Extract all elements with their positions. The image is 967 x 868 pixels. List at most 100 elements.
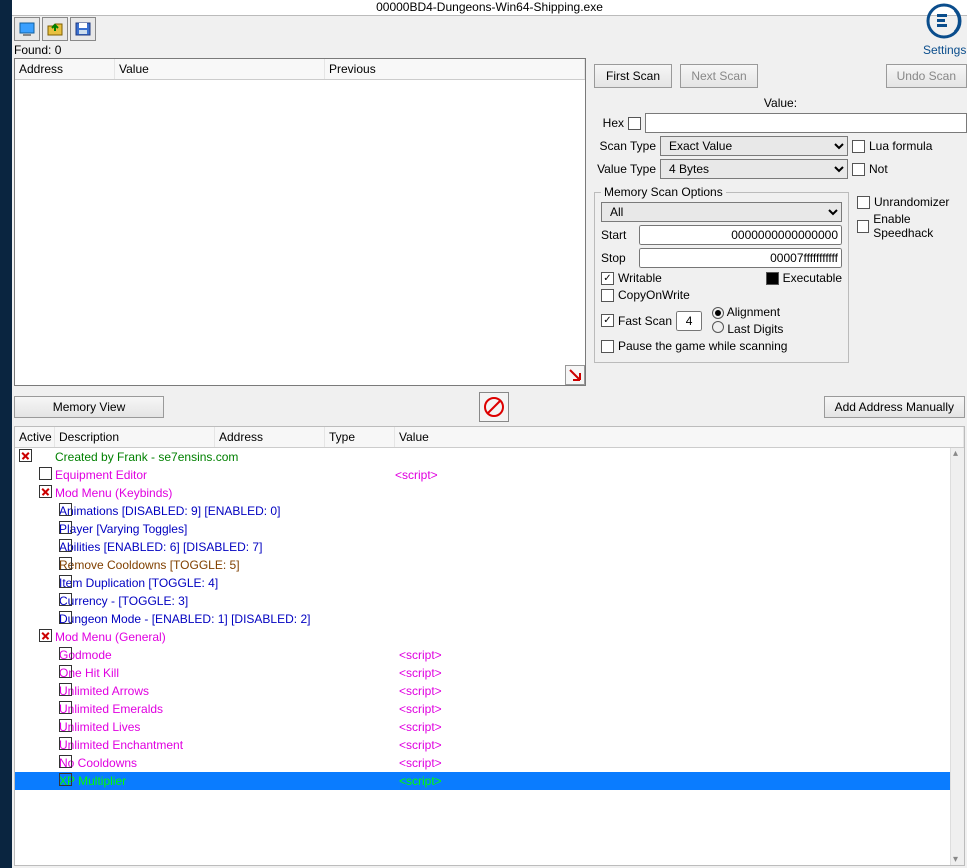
value-type-select[interactable]: 4 Bytes xyxy=(660,159,848,179)
table-row[interactable]: Dungeon Mode - [ENABLED: 1] [DISABLED: 2… xyxy=(15,610,964,628)
table-row[interactable]: XP Multiplier<script> xyxy=(15,772,964,790)
row-description: Unlimited Arrows xyxy=(59,684,399,698)
no-entry-icon[interactable] xyxy=(479,392,509,422)
table-row[interactable]: Unlimited Arrows<script> xyxy=(15,682,964,700)
memory-view-button[interactable]: Memory View xyxy=(14,396,164,418)
start-label: Start xyxy=(601,228,635,242)
active-checkbox[interactable] xyxy=(59,557,72,570)
add-address-button[interactable]: Add Address Manually xyxy=(824,396,965,418)
found-count: Found: 0 xyxy=(12,42,967,58)
open-process-button[interactable] xyxy=(14,17,40,41)
active-checkbox[interactable] xyxy=(59,521,72,534)
settings-link[interactable]: Settings xyxy=(923,43,965,57)
active-checkbox[interactable] xyxy=(59,665,72,678)
ct-col-value[interactable]: Value xyxy=(395,427,964,447)
value-input[interactable] xyxy=(645,113,967,133)
table-row[interactable]: Created by Frank - se7ensins.com xyxy=(15,448,964,466)
stop-input[interactable] xyxy=(639,248,842,268)
active-checkbox[interactable] xyxy=(59,611,72,624)
writable-checkbox[interactable] xyxy=(601,272,614,285)
cheat-table: Active Description Address Type Value Cr… xyxy=(14,426,965,866)
row-description: Godmode xyxy=(59,648,399,662)
row-value: <script> xyxy=(399,774,442,788)
active-checkbox[interactable] xyxy=(39,467,52,480)
value-header: Value: xyxy=(594,96,967,110)
active-checkbox[interactable] xyxy=(59,593,72,606)
active-checkbox[interactable] xyxy=(59,683,72,696)
table-row[interactable]: Currency - [TOGGLE: 3] xyxy=(15,592,964,610)
alignment-label: Alignment xyxy=(727,305,780,319)
expand-arrow-icon[interactable] xyxy=(565,365,585,385)
speedhack-checkbox[interactable] xyxy=(857,220,869,233)
speedhack-label: Enable Speedhack xyxy=(873,212,967,240)
col-value[interactable]: Value xyxy=(115,59,325,79)
active-checkbox[interactable] xyxy=(59,539,72,552)
lua-label: Lua formula xyxy=(869,139,932,153)
table-row[interactable]: One Hit Kill<script> xyxy=(15,664,964,682)
active-checkbox[interactable] xyxy=(59,773,72,786)
col-address[interactable]: Address xyxy=(15,59,115,79)
lua-checkbox[interactable] xyxy=(852,140,865,153)
row-description: Unlimited Lives xyxy=(59,720,399,734)
open-file-button[interactable] xyxy=(42,17,68,41)
ct-col-desc[interactable]: Description xyxy=(55,427,215,447)
cow-label: CopyOnWrite xyxy=(618,288,690,302)
next-scan-button: Next Scan xyxy=(680,64,758,88)
table-row[interactable]: Equipment Editor<script> xyxy=(15,466,964,484)
ct-col-active[interactable]: Active xyxy=(15,427,55,447)
row-value: <script> xyxy=(399,684,442,698)
table-row[interactable]: Unlimited Enchantment<script> xyxy=(15,736,964,754)
scan-type-select[interactable]: Exact Value xyxy=(660,136,848,156)
active-checkbox[interactable] xyxy=(59,575,72,588)
cow-checkbox[interactable] xyxy=(601,289,614,302)
active-checkbox[interactable] xyxy=(59,737,72,750)
active-checkbox[interactable] xyxy=(59,647,72,660)
unrandomizer-checkbox[interactable] xyxy=(857,196,870,209)
fastscan-input[interactable] xyxy=(676,311,702,331)
table-row[interactable]: Mod Menu (Keybinds) xyxy=(15,484,964,502)
executable-checkbox[interactable] xyxy=(766,272,779,285)
active-checkbox[interactable] xyxy=(19,449,32,462)
table-row[interactable]: Unlimited Emeralds<script> xyxy=(15,700,964,718)
fastscan-label: Fast Scan xyxy=(618,314,672,328)
col-previous[interactable]: Previous xyxy=(325,59,585,79)
ct-col-addr[interactable]: Address xyxy=(215,427,325,447)
table-row[interactable]: Mod Menu (General) xyxy=(15,628,964,646)
region-select[interactable]: All xyxy=(601,202,842,222)
table-row[interactable]: Player [Varying Toggles] xyxy=(15,520,964,538)
row-value: <script> xyxy=(399,756,442,770)
active-checkbox[interactable] xyxy=(59,755,72,768)
hex-checkbox[interactable] xyxy=(628,117,641,130)
not-checkbox[interactable] xyxy=(852,163,865,176)
save-button[interactable] xyxy=(70,17,96,41)
table-row[interactable]: Abilities [ENABLED: 6] [DISABLED: 7] xyxy=(15,538,964,556)
row-description: Item Duplication [TOGGLE: 4] xyxy=(59,576,399,590)
table-row[interactable]: No Cooldowns<script> xyxy=(15,754,964,772)
active-checkbox[interactable] xyxy=(59,719,72,732)
start-input[interactable] xyxy=(639,225,842,245)
row-description: Mod Menu (General) xyxy=(55,630,395,644)
active-checkbox[interactable] xyxy=(59,701,72,714)
table-row[interactable]: Remove Cooldowns [TOGGLE: 5] xyxy=(15,556,964,574)
first-scan-button[interactable]: First Scan xyxy=(594,64,672,88)
not-label: Not xyxy=(869,162,888,176)
app-logo[interactable]: Settings xyxy=(923,2,965,57)
toolbar xyxy=(12,16,967,42)
scrollbar[interactable] xyxy=(950,448,964,865)
fastscan-checkbox[interactable] xyxy=(601,314,614,327)
table-row[interactable]: Godmode<script> xyxy=(15,646,964,664)
lastdigits-radio[interactable] xyxy=(712,321,724,333)
alignment-radio[interactable] xyxy=(712,307,724,319)
table-row[interactable]: Unlimited Lives<script> xyxy=(15,718,964,736)
active-checkbox[interactable] xyxy=(59,503,72,516)
row-value: <script> xyxy=(399,702,442,716)
table-row[interactable]: Item Duplication [TOGGLE: 4] xyxy=(15,574,964,592)
row-value: <script> xyxy=(399,720,442,734)
ct-col-type[interactable]: Type xyxy=(325,427,395,447)
pause-checkbox[interactable] xyxy=(601,340,614,353)
table-row[interactable]: Animations [DISABLED: 9] [ENABLED: 0] xyxy=(15,502,964,520)
active-checkbox[interactable] xyxy=(39,629,52,642)
row-description: Created by Frank - se7ensins.com xyxy=(55,450,395,464)
active-checkbox[interactable] xyxy=(39,485,52,498)
lastdigits-label: Last Digits xyxy=(727,322,783,336)
